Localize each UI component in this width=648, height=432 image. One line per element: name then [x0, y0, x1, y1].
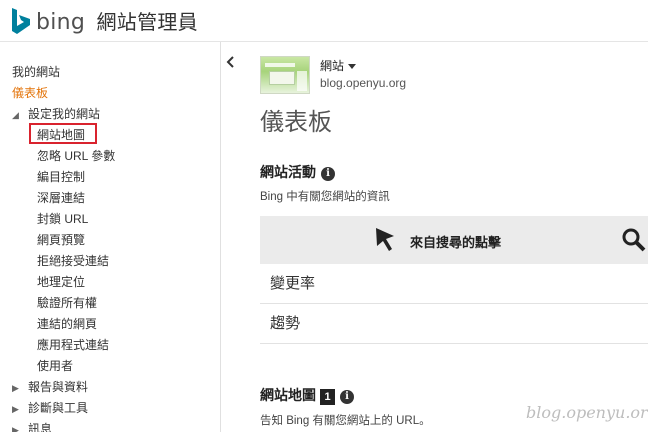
sidebar-item-connected-pages[interactable]: 連結的網頁	[37, 314, 97, 334]
sidebar-item-crawl-control[interactable]: 編目控制	[37, 167, 85, 187]
brand-subtitle: 網站管理員	[96, 10, 198, 34]
site-activity-title: 網站活動 i	[260, 162, 335, 182]
search-icon	[622, 228, 646, 252]
sidebar-item-verify-ownership[interactable]: 驗證所有權	[37, 293, 97, 313]
main-content: 網站 blog.openyu.org 儀表板 網站活動 i Bing 中有關您網站…	[238, 42, 648, 432]
collapsed-arrow-icon: ▶	[12, 404, 19, 414]
sidebar-item-block-urls[interactable]: 封鎖 URL	[37, 209, 88, 229]
bing-logo-icon[interactable]	[10, 7, 32, 35]
collapse-sidebar-button[interactable]	[221, 42, 238, 82]
chevron-left-icon	[226, 56, 234, 68]
info-icon[interactable]: i	[340, 390, 354, 404]
sidebar-item-dashboard[interactable]: 儀表板	[12, 83, 48, 103]
page-title: 儀表板	[260, 108, 332, 136]
sidebar-item-label: 地理定位	[37, 275, 86, 289]
cursor-icon	[376, 228, 394, 251]
sidebar-item-my-sites[interactable]: 我的網站	[12, 62, 60, 82]
site-url: blog.openyu.org	[320, 76, 407, 90]
sidebar-item-label: 拒絕接受連結	[37, 254, 110, 268]
thumbnail-side-shape	[297, 71, 307, 91]
sidebar-item-reports-data[interactable]: ▶ 報告與資料	[12, 377, 88, 397]
sidebar-item-configure-site[interactable]: ◢ 設定我的網站	[12, 104, 100, 124]
expanded-arrow-icon: ◢	[12, 110, 19, 120]
sidebar-item-disavow-links[interactable]: 拒絕接受連結	[37, 251, 109, 271]
sidebar-item-label: 儀表板	[12, 86, 49, 100]
sidebar-item-diagnostics-tools[interactable]: ▶ 診斷與工具	[12, 398, 88, 418]
site-activity-description: Bing 中有關您網站的資訊	[260, 191, 390, 203]
sidebar-item-page-preview[interactable]: 網頁預覽	[37, 230, 85, 250]
brand-name: bing	[36, 10, 86, 35]
brand-title[interactable]: bing 網站管理員	[36, 6, 198, 35]
sidebar-item-label: 設定我的網站	[28, 107, 101, 121]
change-rate-row[interactable]: 變更率	[260, 264, 648, 304]
sidebar-item-app-links[interactable]: 應用程式連結	[37, 335, 109, 355]
sidebar-item-messages[interactable]: ▶ 訊息	[12, 419, 52, 432]
caret-down-icon	[348, 64, 357, 70]
site-selector-label: 網站	[320, 59, 345, 73]
sidebar-item-label: 診斷與工具	[28, 401, 89, 415]
info-icon[interactable]: i	[321, 167, 335, 181]
sitemaps-description: 告知 Bing 有關您網站上的 URL。	[260, 415, 431, 427]
top-header: bing 網站管理員	[0, 0, 648, 42]
sidebar-item-label: 網頁預覽	[37, 233, 86, 247]
sidebar-item-users[interactable]: 使用者	[37, 356, 73, 376]
watermark-text: blog.openyu.org	[526, 403, 648, 422]
site-activity-label: 網站活動	[260, 164, 316, 180]
clicks-from-search-label: 來自搜尋的點擊	[410, 235, 502, 250]
site-selector[interactable]: 網站	[320, 57, 357, 74]
sidebar-item-label: 應用程式連結	[37, 338, 110, 352]
trend-row[interactable]: 趨勢	[260, 304, 648, 344]
sitemaps-label: 網站地圖	[260, 387, 316, 403]
sidebar-item-label: 使用者	[37, 359, 74, 373]
thumbnail-content-shape	[269, 71, 295, 85]
clicks-from-search-bar[interactable]: 來自搜尋的點擊	[260, 216, 648, 264]
collapsed-arrow-icon: ▶	[12, 425, 19, 432]
collapsed-arrow-icon: ▶	[12, 383, 19, 393]
sidebar-item-label: 報告與資料	[28, 380, 89, 394]
sidebar-item-ignore-url-params[interactable]: 忽略 URL 參數	[37, 146, 115, 166]
sidebar-item-label: 封鎖 URL	[37, 212, 89, 226]
sidebar-item-label: 我的網站	[12, 65, 61, 79]
sidebar-item-label: 深層連結	[37, 191, 86, 205]
thumbnail-header-shape	[265, 63, 295, 67]
sidebar-item-geo-targeting[interactable]: 地理定位	[37, 272, 85, 292]
sitemap-count-badge: 1	[320, 389, 335, 405]
sidebar-item-label: 連結的網頁	[37, 317, 98, 331]
sitemaps-title: 網站地圖 1 i	[260, 385, 354, 405]
sidebar-item-label: 忽略 URL 參數	[37, 149, 116, 163]
sidebar-item-deep-links[interactable]: 深層連結	[37, 188, 85, 208]
sidebar-item-label: 訊息	[28, 422, 53, 432]
sidebar: 我的網站 儀表板 ◢ 設定我的網站 網站地圖 忽略 URL 參數 編目控制 深層連…	[0, 42, 221, 432]
sidebar-item-label: 驗證所有權	[37, 296, 98, 310]
sitemap-highlight-box	[29, 123, 97, 144]
sidebar-item-label: 編目控制	[37, 170, 86, 184]
site-thumbnail[interactable]	[260, 56, 310, 94]
